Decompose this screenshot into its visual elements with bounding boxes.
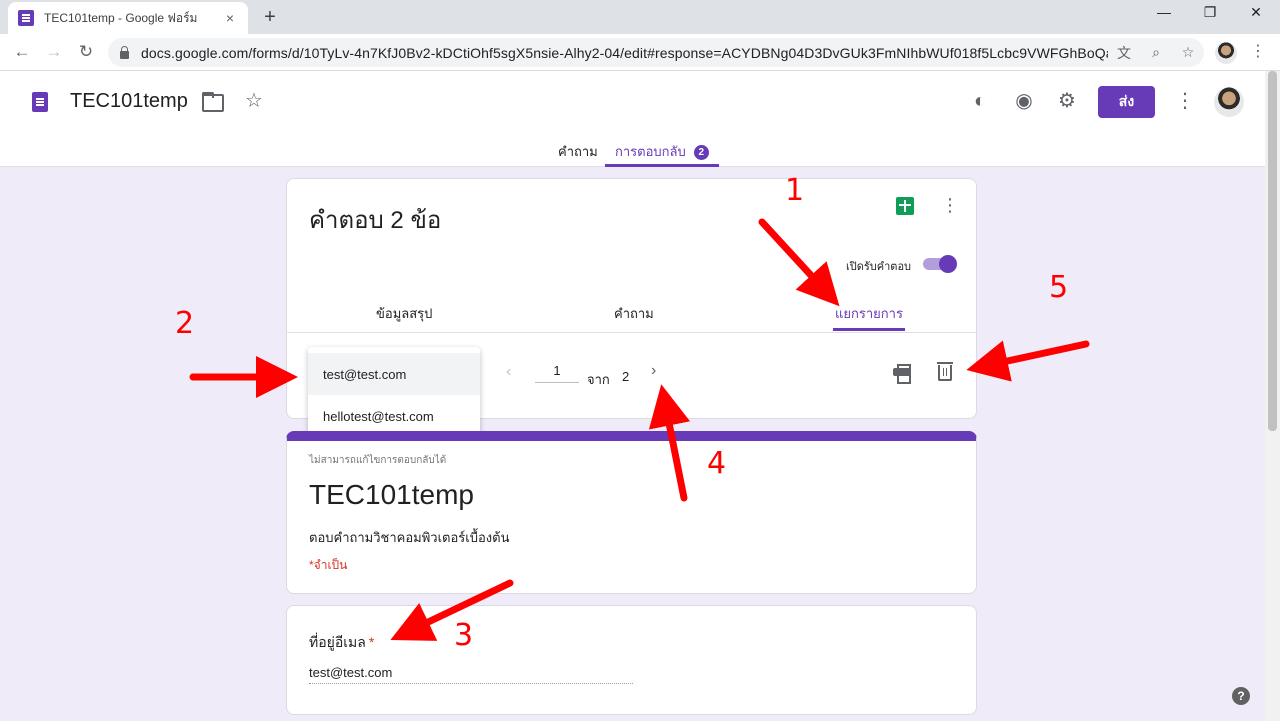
- respondent-option[interactable]: test@test.com: [308, 353, 480, 395]
- delete-response-icon[interactable]: [937, 362, 953, 381]
- forms-favicon-icon: [18, 10, 34, 26]
- required-mark: *: [368, 634, 375, 650]
- settings-gear-icon[interactable]: ⚙: [1055, 89, 1079, 113]
- email-answer: test@test.com: [309, 665, 633, 684]
- maximize-button[interactable]: ❐: [1187, 4, 1233, 21]
- annotation-number-1: 1: [785, 173, 805, 208]
- required-note: *จำเป็น: [309, 558, 348, 572]
- tab-individual[interactable]: แยกรายการ: [833, 303, 905, 331]
- lock-icon[interactable]: [120, 45, 129, 59]
- star-icon[interactable]: ☆: [242, 89, 266, 113]
- responses-more-icon[interactable]: ⋮: [940, 195, 960, 216]
- url-text[interactable]: docs.google.com/forms/d/10TyLv-4n7KfJ0Bv…: [141, 45, 1108, 61]
- browser-tab-strip: TEC101temp - Google ฟอร์ม × + — ❐ ✕: [0, 0, 1280, 34]
- zoom-icon[interactable]: ⌕: [1140, 44, 1172, 61]
- pager-of-label: จาก: [587, 372, 610, 387]
- address-bar[interactable]: docs.google.com/forms/d/10TyLv-4n7KfJ0Bv…: [108, 38, 1204, 67]
- send-button[interactable]: ส่ง: [1098, 86, 1155, 118]
- form-title: TEC101temp: [309, 479, 474, 510]
- reload-icon[interactable]: ↻: [74, 40, 98, 64]
- page-scrollbar[interactable]: [1265, 71, 1280, 721]
- close-window-button[interactable]: ✕: [1233, 4, 1279, 21]
- forms-header: TEC101temp ☆ ◐ ◉ ⚙ ส่ง ⋮ คำถาม การตอบกลั…: [0, 71, 1265, 167]
- tab-questions[interactable]: คำถาม: [558, 141, 598, 167]
- tab-responses[interactable]: การตอบกลับ 2: [605, 141, 719, 167]
- tab-questions-label: คำถาม: [558, 144, 598, 159]
- tab-question[interactable]: คำถาม: [614, 303, 654, 331]
- pager-total: 2: [622, 369, 630, 384]
- form-header-card: ไม่สามารถแก้ไขการตอบกลับได้ TEC101temp ต…: [286, 431, 977, 594]
- respondent-dropdown[interactable]: test@test.com hellotest@test.com: [308, 347, 480, 444]
- forms-logo-icon[interactable]: [32, 92, 48, 112]
- browser-toolbar: ← → ↻ docs.google.com/forms/d/10TyLv-4n7…: [0, 34, 1280, 71]
- help-icon[interactable]: ?: [1232, 687, 1250, 705]
- question-text: ที่อยู่อีเมล: [309, 634, 366, 650]
- tab-responses-label: การตอบกลับ: [615, 144, 686, 159]
- accepting-responses-toggle[interactable]: [923, 255, 957, 273]
- document-title[interactable]: TEC101temp: [70, 90, 188, 113]
- previous-response-icon[interactable]: ‹: [506, 363, 511, 381]
- folder-icon[interactable]: [199, 89, 224, 113]
- browser-tab[interactable]: TEC101temp - Google ฟอร์ม ×: [8, 2, 248, 34]
- new-tab-button[interactable]: +: [258, 6, 282, 30]
- annotation-number-4: 4: [707, 446, 727, 481]
- forward-icon[interactable]: →: [42, 40, 66, 64]
- tab-close-icon[interactable]: ×: [222, 10, 238, 26]
- bookmark-star-icon[interactable]: ☆: [1172, 44, 1204, 61]
- scrollbar-thumb[interactable]: [1268, 71, 1277, 431]
- tab-summary[interactable]: ข้อมูลสรุป: [376, 303, 432, 331]
- accepting-responses-label: เปิดรับคำตอบ: [846, 261, 912, 273]
- tabs-divider: [287, 332, 976, 333]
- sheets-icon[interactable]: [896, 197, 914, 215]
- question-label: ที่อยู่อีเมล *: [309, 632, 374, 654]
- responses-count-title: คำตอบ 2 ข้อ: [309, 207, 442, 234]
- arrow-5: [966, 340, 1090, 382]
- editor-tabs: คำถาม การตอบกลับ 2: [0, 141, 1265, 167]
- email-question-card: ที่อยู่อีเมล * test@test.com: [286, 605, 977, 715]
- toggle-thumb: [939, 255, 957, 273]
- translate-icon[interactable]: 文: [1108, 43, 1140, 63]
- readonly-note: ไม่สามารถแก้ไขการตอบกลับได้: [309, 455, 447, 466]
- browser-profile-avatar[interactable]: [1215, 42, 1237, 64]
- next-response-icon[interactable]: ›: [651, 362, 656, 380]
- minimize-button[interactable]: —: [1141, 4, 1187, 20]
- account-avatar[interactable]: [1214, 87, 1244, 117]
- responses-count-badge: 2: [693, 145, 709, 160]
- response-index-input[interactable]: 1: [535, 363, 579, 383]
- more-options-icon[interactable]: ⋮: [1173, 89, 1197, 113]
- preview-eye-icon[interactable]: ◉: [1012, 89, 1036, 113]
- back-icon[interactable]: ←: [10, 40, 34, 64]
- tab-title: TEC101temp - Google ฟอร์ม: [44, 10, 198, 25]
- browser-menu-icon[interactable]: ⋮: [1250, 40, 1266, 64]
- form-description: ตอบคำถามวิชาคอมพิวเตอร์เบื้องต้น: [309, 530, 510, 545]
- palette-icon[interactable]: ◐: [968, 89, 992, 113]
- annotation-number-5: 5: [1049, 270, 1069, 305]
- annotation-number-2: 2: [175, 306, 195, 341]
- annotation-number-3: 3: [454, 618, 474, 653]
- print-icon[interactable]: [893, 364, 911, 384]
